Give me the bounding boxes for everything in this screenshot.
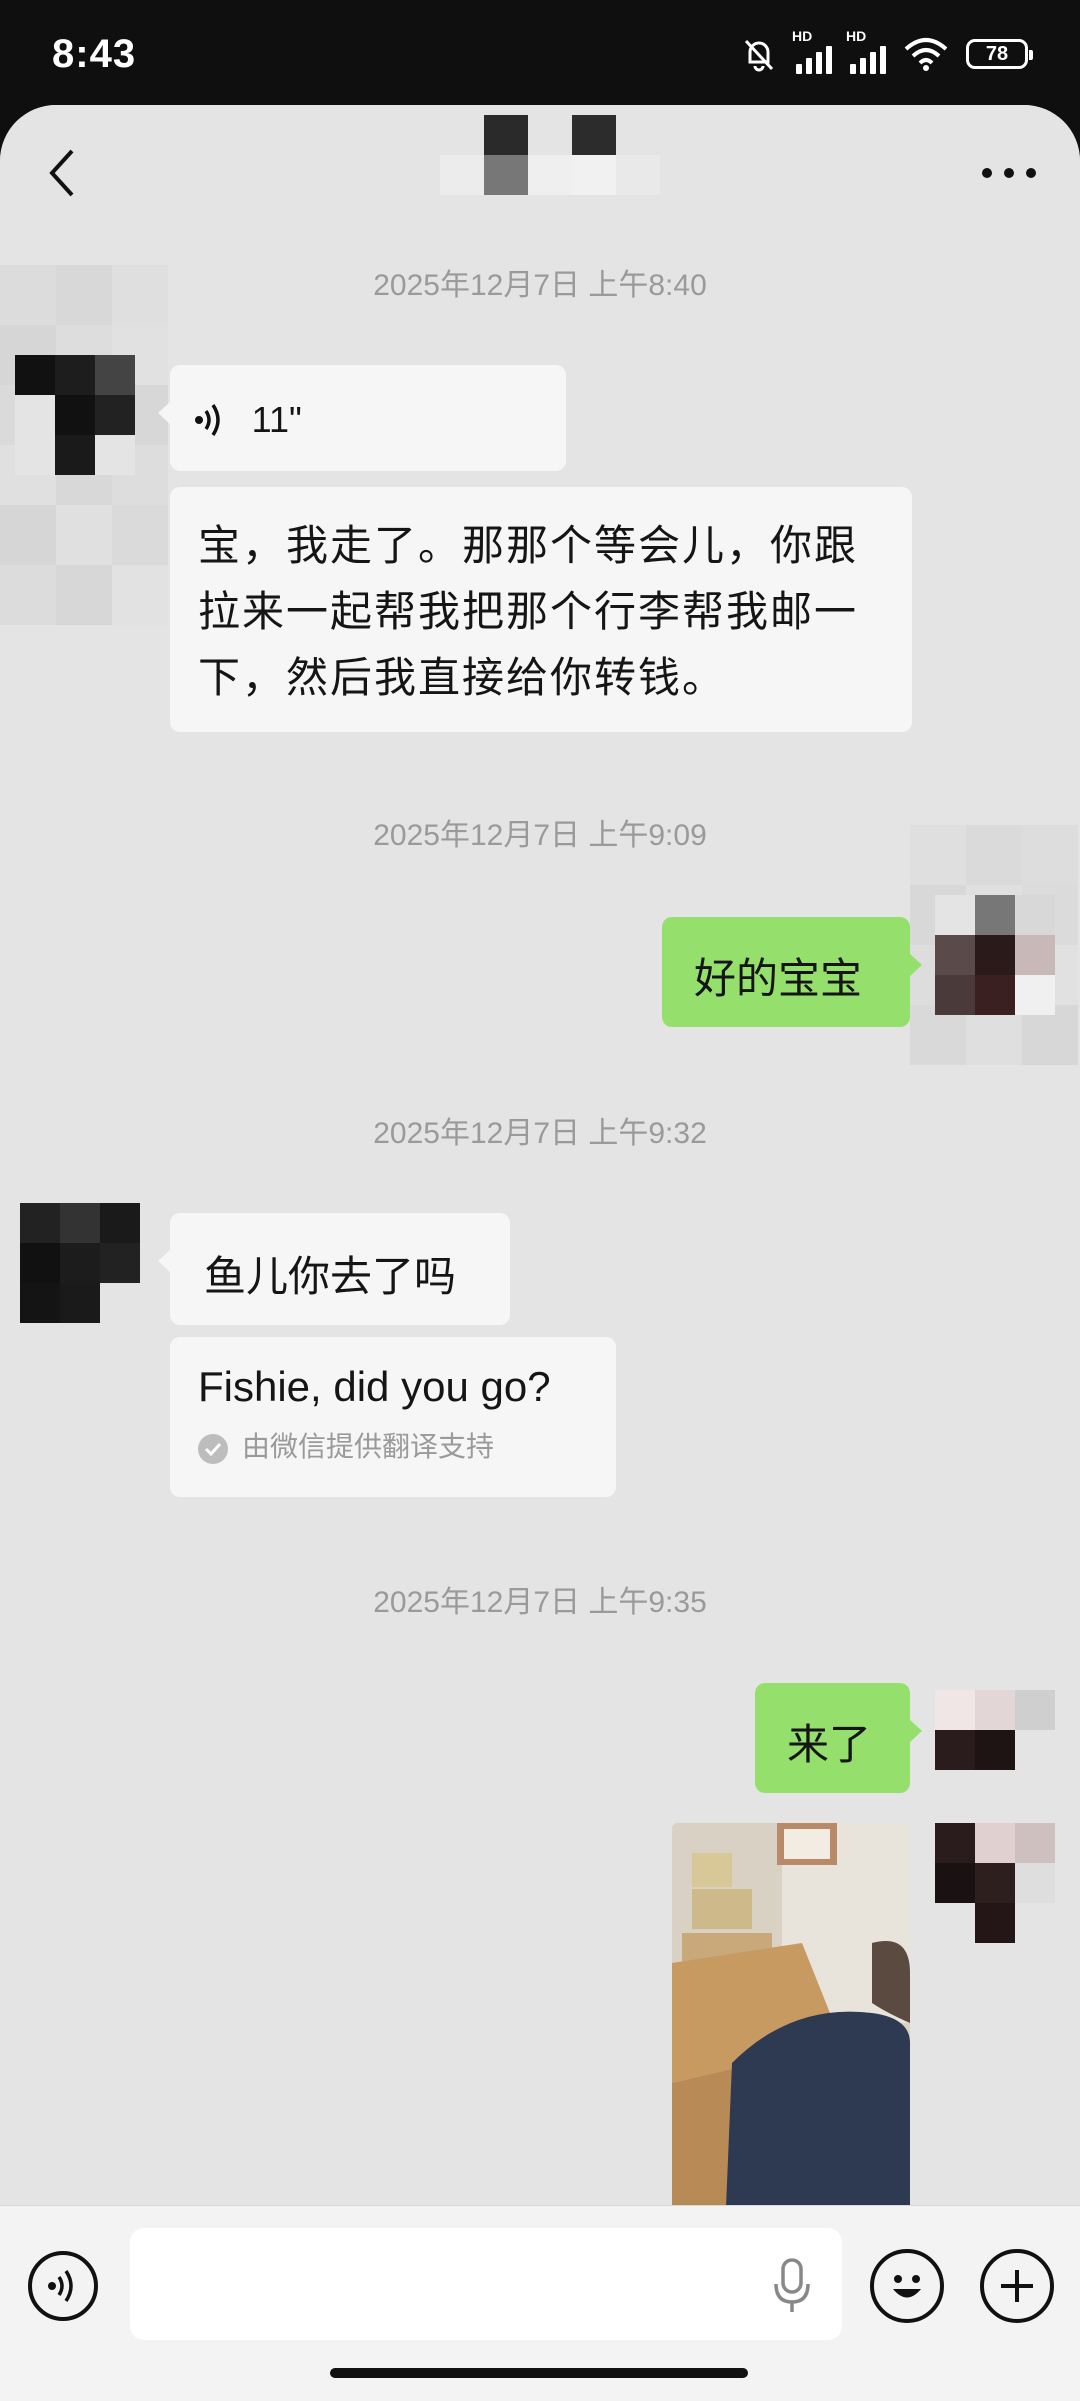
- voice-wave-icon: [195, 403, 220, 436]
- message-bubble[interactable]: 鱼儿你去了吗: [158, 1213, 510, 1325]
- message-input[interactable]: [130, 2228, 842, 2340]
- message-bubble[interactable]: 宝，我走了。那那个等会儿，你跟拉来一起帮我把那个行李帮我邮一下，然后我直接给你转…: [170, 487, 912, 732]
- my-avatar[interactable]: [935, 1823, 1055, 1943]
- chat-header: [0, 105, 1080, 230]
- message-text: 鱼儿你去了吗: [204, 1253, 457, 1300]
- status-time: 8:43: [52, 32, 137, 76]
- translation-bubble[interactable]: Fishie, did you go? 由微信提供翻译支持: [170, 1337, 616, 1497]
- home-indicator[interactable]: [330, 2368, 748, 2378]
- translation-text: Fishie, did you go?: [198, 1363, 551, 1410]
- voice-message-bubble[interactable]: 11": [158, 365, 566, 471]
- battery-icon: 78: [966, 39, 1033, 69]
- translation-source: 由微信提供翻译支持: [198, 1425, 588, 1465]
- chat-window[interactable]: 2025年12月7日 上午8:40 11" 宝，我走了。那那个等会儿，你跟拉来一…: [0, 105, 1080, 2400]
- contact-name-mosaic: [440, 115, 660, 195]
- more-dots-icon[interactable]: [982, 153, 1036, 193]
- status-icons: HD HD 78: [740, 28, 1033, 74]
- translation-source-label: 由微信提供翻译支持: [242, 1431, 495, 1462]
- emoji-icon[interactable]: [870, 2249, 944, 2323]
- blur-mosaic-right: [910, 825, 1080, 2225]
- blur-mosaic-left: [0, 265, 170, 1805]
- status-bar: 8:43 HD HD 78: [0, 0, 1080, 110]
- wifi-icon: [904, 38, 948, 71]
- outgoing-message-bubble[interactable]: 好的宝宝: [662, 917, 922, 1027]
- voice-mode-icon[interactable]: [28, 2251, 98, 2321]
- bell-muted-icon: [744, 39, 774, 72]
- timestamp: 2025年12月7日 上午8:40: [373, 269, 707, 302]
- signal-icon: HD: [792, 28, 832, 74]
- my-avatar[interactable]: [935, 1690, 1055, 1810]
- voice-duration: 11": [251, 398, 302, 440]
- check-icon: [198, 1433, 228, 1464]
- message-text: 宝，我走了。那那个等会儿，你跟拉来一起帮我把那个行李帮我邮一下，然后我直接给你转…: [198, 522, 859, 701]
- contact-avatar[interactable]: [20, 1203, 140, 1323]
- hd-label: HD: [846, 28, 867, 44]
- signal-icon: HD: [846, 28, 886, 74]
- message-text: 来了: [787, 1721, 872, 1768]
- chevron-left-icon[interactable]: [40, 145, 86, 201]
- outgoing-message-bubble[interactable]: 来了: [755, 1683, 922, 1793]
- timestamp: 2025年12月7日 上午9:32: [373, 1117, 707, 1150]
- timestamp: 2025年12月7日 上午9:35: [373, 1586, 707, 1619]
- microphone-icon[interactable]: [770, 2256, 814, 2316]
- message-text: 好的宝宝: [694, 955, 863, 1002]
- timestamp: 2025年12月7日 上午9:09: [373, 819, 707, 852]
- hd-label: HD: [792, 28, 813, 44]
- contact-avatar[interactable]: [15, 355, 135, 475]
- my-avatar[interactable]: [935, 895, 1055, 1015]
- battery-level: 78: [985, 42, 1009, 65]
- plus-icon[interactable]: [980, 2249, 1054, 2323]
